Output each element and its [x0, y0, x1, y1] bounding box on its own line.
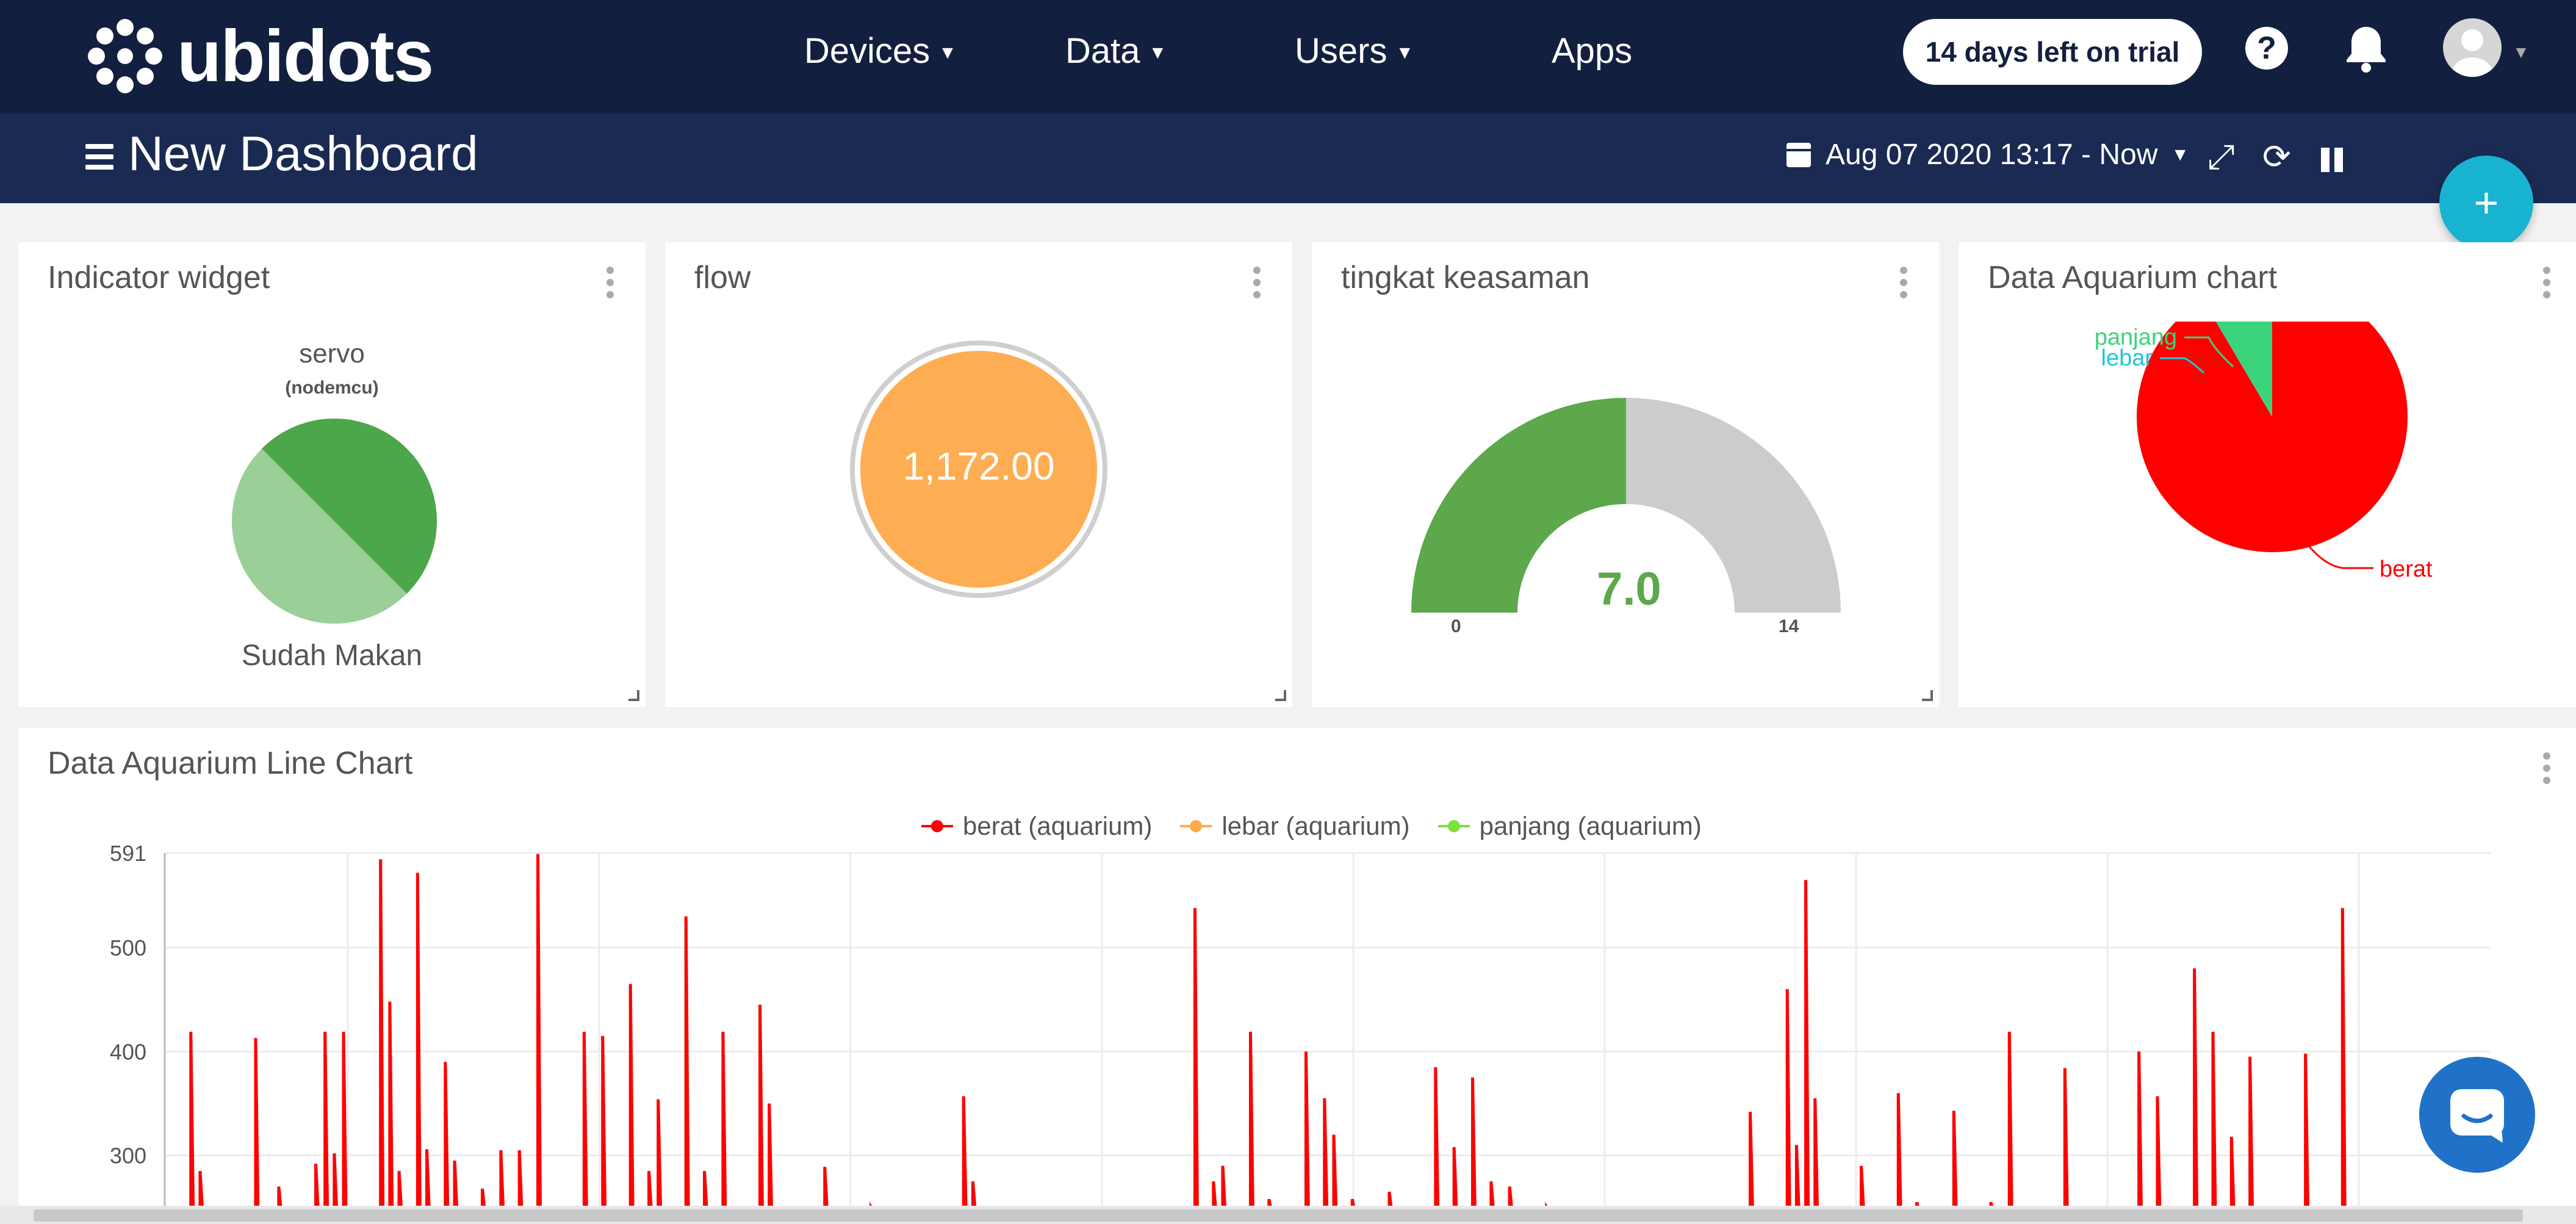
nav-data[interactable]: Data ▼	[1065, 0, 1167, 101]
line-chart: 300 400 500 591	[110, 842, 2491, 1206]
pie-leader-line	[2306, 544, 2373, 569]
nav-devices-label: Devices	[804, 31, 930, 71]
chevron-down-icon: ▼	[1395, 43, 1414, 63]
legend-marker	[921, 817, 953, 835]
pie-chart: beratlebarpanjang	[2095, 322, 2433, 582]
gauge-max: 14	[1779, 616, 1799, 636]
widget-title: flow	[694, 260, 751, 295]
chevron-down-icon: ▼	[938, 43, 957, 63]
ubidots-logo[interactable]: ubidots	[85, 7, 434, 105]
user-icon	[2452, 29, 2493, 77]
flow-widget-card: flow 1,172.00	[665, 242, 1292, 707]
indicator-variable: servo	[299, 339, 365, 369]
ubidots-logo-icon	[88, 19, 162, 93]
kebab-menu-icon[interactable]	[606, 267, 614, 303]
y-tick-label: 400	[110, 1039, 146, 1064]
indicator-widget-card: Indicator widget servo (nodemcu) Sudah M…	[18, 242, 646, 707]
resize-handle[interactable]	[1275, 690, 1286, 701]
legend-item[interactable]: berat (aquarium)	[921, 812, 1152, 841]
widget-title: Data Aquarium Line Chart	[48, 746, 413, 781]
trial-button[interactable]: 14 days left on trial	[1903, 19, 2202, 85]
legend-marker	[1437, 817, 1470, 835]
nav-users[interactable]: Users ▼	[1295, 0, 1414, 101]
widget-title: tingkat keasaman	[1341, 260, 1590, 295]
flow-value: 1,172.00	[902, 444, 1055, 488]
y-tick-label: 500	[110, 935, 146, 960]
chat-support-button[interactable]	[2419, 1057, 2535, 1173]
kebab-menu-icon[interactable]	[2543, 267, 2550, 303]
nav-apps[interactable]: Apps	[1552, 0, 1632, 101]
widget-title: Data Aquarium chart	[1988, 260, 2278, 295]
date-range-label: Aug 07 2020 13:17 - Now	[1826, 139, 2158, 171]
add-widget-button[interactable]: +	[2439, 156, 2533, 250]
nav-devices[interactable]: Devices ▼	[804, 0, 957, 101]
legend-label: berat (aquarium)	[963, 812, 1153, 840]
resize-handle[interactable]	[628, 690, 639, 701]
gauge-value: 7.0	[1597, 563, 1661, 615]
legend-item[interactable]: lebar (aquarium)	[1180, 812, 1410, 841]
nav-data-label: Data	[1065, 31, 1140, 71]
menu-icon[interactable]	[85, 144, 113, 170]
pie-chart-card: Data Aquarium chart berat lebar panjang	[1959, 242, 2576, 707]
indicator-device: (nodemcu)	[285, 378, 379, 398]
legend-label: lebar (aquarium)	[1221, 812, 1410, 840]
indicator-status: Sudah Makan	[241, 639, 423, 672]
pie-label: berat	[2380, 556, 2433, 582]
kebab-menu-icon[interactable]	[1900, 267, 1907, 303]
logo-text: ubidots	[177, 15, 434, 97]
chevron-down-icon[interactable]: ▼	[2513, 43, 2530, 62]
nav-users-label: Users	[1295, 31, 1387, 71]
expand-icon[interactable]: ⤢	[2207, 137, 2235, 178]
scrollbar-thumb[interactable]	[34, 1209, 2523, 1222]
pie-label: panjang	[2095, 325, 2177, 350]
y-tick-label: 300	[110, 1143, 146, 1168]
bell-icon[interactable]	[2342, 24, 2391, 73]
legend-item[interactable]: panjang (aquarium)	[1437, 812, 1702, 841]
kebab-menu-icon[interactable]	[1253, 267, 1261, 303]
resize-handle[interactable]	[1922, 690, 1933, 701]
date-range-picker[interactable]: Aug 07 2020 13:17 - Now ▼	[1786, 138, 2189, 171]
indicator-status-icon	[232, 418, 437, 624]
refresh-icon[interactable]: ⟳	[2262, 137, 2291, 177]
legend-marker	[1180, 817, 1212, 835]
gauge-widget-card: tingkat keasaman 7.0 0 14	[1312, 242, 1939, 707]
y-tick-label: 591	[110, 842, 146, 866]
avatar[interactable]	[2443, 18, 2502, 77]
chat-icon	[2450, 1089, 2504, 1143]
nav-apps-label: Apps	[1552, 31, 1633, 71]
dashboard-title: New Dashboard	[128, 126, 478, 181]
series-line-berat[interactable]	[189, 854, 2484, 1206]
legend-label: panjang (aquarium)	[1479, 812, 1702, 840]
calendar-icon	[1786, 142, 1811, 167]
chevron-down-icon: ▼	[2171, 144, 2190, 165]
chevron-down-icon: ▼	[1148, 43, 1167, 63]
chart-legend: berat (aquarium) lebar (aquarium) panjan…	[921, 812, 1730, 841]
gauge-min: 0	[1451, 616, 1461, 636]
pause-icon[interactable]	[2320, 142, 2344, 181]
widget-title: Indicator widget	[48, 260, 270, 295]
help-icon[interactable]: ?	[2245, 27, 2288, 70]
kebab-menu-icon[interactable]	[2543, 752, 2550, 789]
